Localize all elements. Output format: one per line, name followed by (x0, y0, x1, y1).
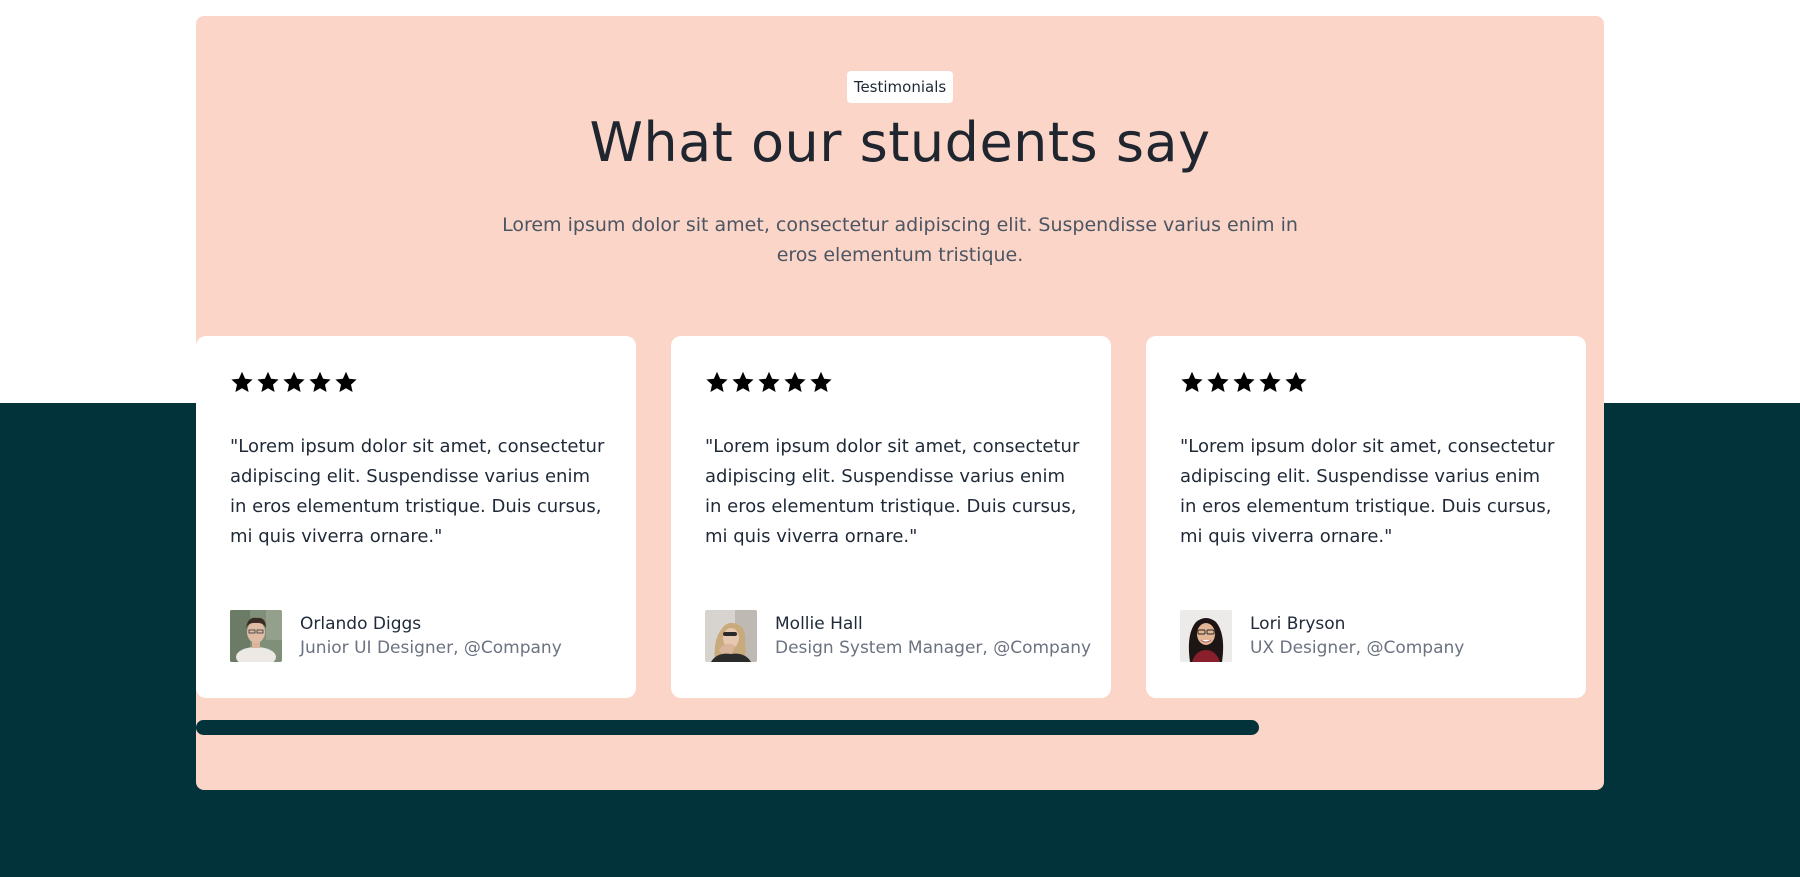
testimonial-author: Orlando Diggs Junior UI Designer, @Compa… (230, 610, 562, 662)
author-role: Design System Manager, @Company (775, 638, 1092, 658)
star-icon (308, 370, 332, 394)
section-subtitle: Lorem ipsum dolor sit amet, consectetur … (502, 214, 1298, 266)
star-icon (731, 370, 755, 394)
star-icon (705, 370, 729, 394)
star-rating (705, 370, 833, 394)
star-icon (256, 370, 280, 394)
star-icon (1206, 370, 1230, 394)
author-role: UX Designer, @Company (1250, 638, 1465, 658)
author-name: Mollie Hall (775, 614, 863, 634)
testimonial-quote: "Lorem ipsum dolor sit amet, consectetur… (1180, 436, 1555, 547)
avatar (705, 610, 757, 662)
star-icon (757, 370, 781, 394)
star-icon (282, 370, 306, 394)
testimonial-card: "Lorem ipsum dolor sit amet, consectetur… (196, 336, 636, 698)
author-role: Junior UI Designer, @Company (300, 638, 562, 658)
testimonial-quote: "Lorem ipsum dolor sit amet, consectetur… (230, 436, 605, 547)
star-icon (1180, 370, 1204, 394)
page: Testimonials What our students say Lorem… (0, 0, 1800, 877)
author-name: Lori Bryson (1250, 614, 1346, 634)
star-icon (1284, 370, 1308, 394)
section-tag: Testimonials (847, 71, 953, 103)
testimonial-quote: "Lorem ipsum dolor sit amet, consectetur… (705, 436, 1080, 547)
carousel-scrollbar[interactable] (196, 720, 1259, 735)
star-icon (1258, 370, 1282, 394)
star-icon (809, 370, 833, 394)
testimonials-section: Testimonials What our students say Lorem… (196, 16, 1604, 790)
testimonial-author: Lori Bryson UX Designer, @Company (1180, 610, 1464, 662)
testimonial-card: "Lorem ipsum dolor sit amet, consectetur… (1146, 336, 1586, 698)
author-name: Orlando Diggs (300, 614, 422, 634)
section-title: What our students say (589, 111, 1211, 174)
testimonial-carousel[interactable]: "Lorem ipsum dolor sit amet, consectetur… (196, 336, 1586, 698)
avatar (1180, 610, 1232, 662)
star-icon (334, 370, 358, 394)
star-rating (1180, 370, 1308, 394)
star-rating (230, 370, 358, 394)
testimonial-card: "Lorem ipsum dolor sit amet, consectetur… (671, 336, 1111, 698)
testimonial-author: Mollie Hall Design System Manager, @Comp… (705, 610, 1091, 662)
star-icon (783, 370, 807, 394)
avatar (230, 610, 282, 662)
star-icon (230, 370, 254, 394)
star-icon (1232, 370, 1256, 394)
